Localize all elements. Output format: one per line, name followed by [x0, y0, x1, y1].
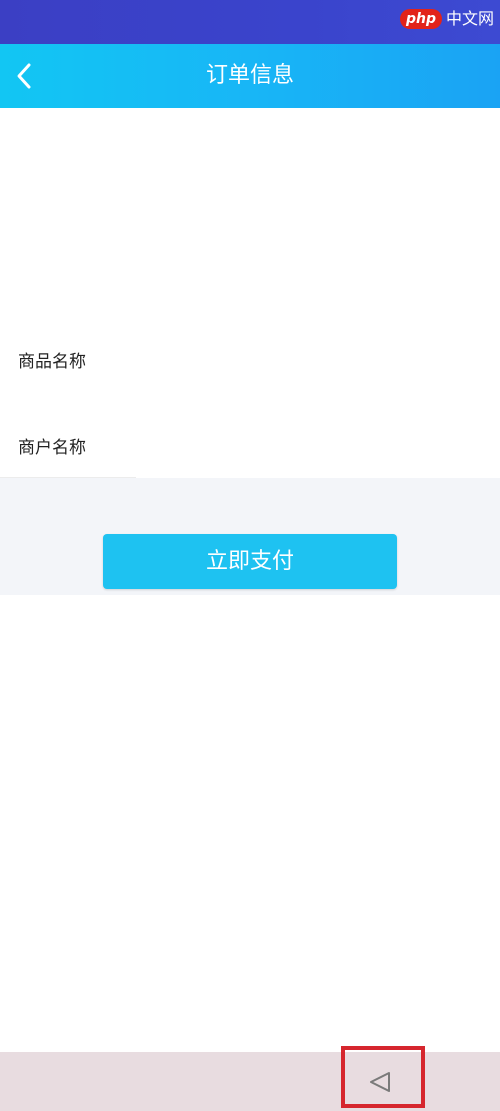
- merchant-name-row[interactable]: 商户名称: [0, 420, 500, 476]
- watermark-badge: php: [399, 9, 442, 29]
- watermark-text: 中文网: [445, 9, 494, 28]
- watermark: php 中文网: [399, 4, 494, 34]
- nav-back-button[interactable]: [360, 1062, 400, 1102]
- product-name-row[interactable]: 商品名称: [0, 334, 500, 390]
- merchant-name-label: 商户名称: [18, 438, 86, 458]
- pay-section: 立即支付: [0, 478, 500, 595]
- back-button[interactable]: [6, 54, 42, 98]
- page-title: 订单信息: [205, 63, 294, 88]
- product-name-label: 商品名称: [18, 352, 86, 372]
- app-header: 订单信息: [0, 44, 500, 108]
- system-nav-bar: [0, 1052, 500, 1111]
- chevron-left-icon: [17, 63, 31, 89]
- triangle-back-icon: [370, 1072, 390, 1092]
- pay-now-button[interactable]: 立即支付: [103, 534, 397, 589]
- status-bar: php 中文网: [0, 0, 500, 44]
